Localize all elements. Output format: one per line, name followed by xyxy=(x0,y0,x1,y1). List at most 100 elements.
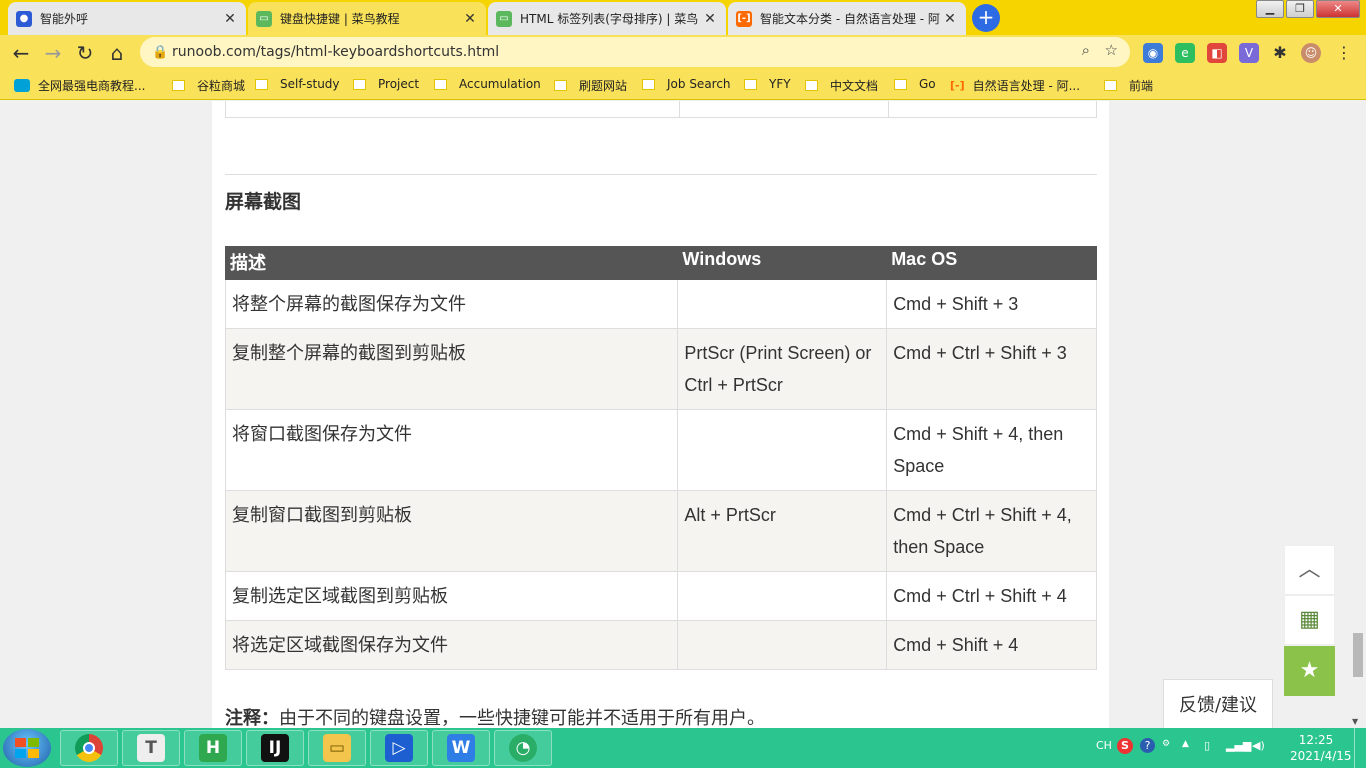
cell-mac: Cmd + Shift + 4 xyxy=(886,620,1097,670)
system-clock[interactable]: 12:25 2021/4/15 xyxy=(1290,732,1352,764)
table-row: 复制整个屏幕的截图到剪贴板 PrtScr (Print Screen) or C… xyxy=(224,328,1097,410)
scroll-down-arrow-icon[interactable]: ▼ xyxy=(1352,717,1358,726)
input-language-indicator[interactable]: CH xyxy=(1096,739,1112,752)
profile-avatar[interactable]: ☺ xyxy=(1301,43,1321,63)
help-icon[interactable]: ? xyxy=(1140,738,1155,753)
bookmark-folder[interactable]: 谷粒商城 xyxy=(172,77,245,94)
cell-mac: Cmd + Ctrl + Shift + 3 xyxy=(886,328,1097,410)
bookmark-star-icon[interactable]: ☆ xyxy=(1105,41,1118,59)
folder-icon xyxy=(353,78,366,90)
tab-title: 键盘快捷键 | 菜鸟教程 xyxy=(280,12,400,26)
close-icon[interactable]: ✕ xyxy=(942,11,958,27)
taskbar-wps[interactable]: W xyxy=(432,730,490,766)
tab-html-tags[interactable]: ▭ HTML 标签列表(字母排序) | 菜鸟 ✕ xyxy=(488,2,726,35)
show-hidden-icons-icon[interactable]: ▲ xyxy=(1182,739,1189,749)
back-to-top-button[interactable]: ︿ xyxy=(1284,545,1335,595)
bookmark-item[interactable]: 全网最强电商教程... xyxy=(14,77,145,94)
window-close-icon[interactable]: ✕ xyxy=(1316,0,1360,18)
close-icon[interactable]: ✕ xyxy=(702,11,718,27)
bookmark-folder[interactable]: Self-study xyxy=(255,77,340,91)
extensions-icon[interactable]: ✱ xyxy=(1270,43,1290,63)
table-row: 将整个屏幕的截图保存为文件 Cmd + Shift + 3 xyxy=(224,279,1097,329)
bookmark-folder[interactable]: 刷题网站 xyxy=(554,77,627,94)
extension-puzzle-color-icon[interactable]: ◧ xyxy=(1207,43,1227,63)
start-button[interactable] xyxy=(3,729,51,767)
cell-mac: Cmd + Ctrl + Shift + 4, then Space xyxy=(886,490,1097,572)
folder-icon xyxy=(172,80,185,91)
cell-divider xyxy=(679,101,680,117)
cell-divider xyxy=(888,101,889,117)
taskbar-wechat[interactable]: ◔ xyxy=(494,730,552,766)
bookmark-folder[interactable]: YFY xyxy=(744,77,791,91)
folder-icon xyxy=(1104,80,1117,91)
scrollbar-thumb[interactable] xyxy=(1353,633,1363,677)
minimize-icon[interactable]: ▁ xyxy=(1256,0,1284,18)
bookmark-folder[interactable]: Go xyxy=(894,77,936,91)
bookmark-folder[interactable]: Project xyxy=(353,77,419,91)
tab-keyboard-shortcuts[interactable]: ▭ 键盘快捷键 | 菜鸟教程 ✕ xyxy=(248,2,486,35)
show-desktop-button[interactable] xyxy=(1354,728,1366,768)
clock-time: 12:25 xyxy=(1298,733,1334,747)
favorite-button[interactable]: ★ xyxy=(1284,646,1335,696)
reload-icon[interactable]: ↻ xyxy=(72,40,98,66)
close-icon[interactable]: ✕ xyxy=(222,11,238,27)
bookmark-folder[interactable]: Job Search xyxy=(642,77,731,91)
volume-icon[interactable]: ◀) xyxy=(1252,739,1265,752)
bilibili-player-icon: ▷ xyxy=(385,734,413,762)
new-tab-button[interactable]: + xyxy=(972,4,1000,32)
close-icon[interactable]: ✕ xyxy=(462,11,478,27)
zoom-icon[interactable]: ⌕ xyxy=(1082,41,1090,59)
taskbar-explorer[interactable]: ▭ xyxy=(308,730,366,766)
forward-icon[interactable]: → xyxy=(40,40,66,66)
table-row: 将窗口截图保存为文件 Cmd + Shift + 4, then Space xyxy=(224,409,1097,491)
bookmark-label: 中文文档 xyxy=(830,79,879,93)
table-row: 将选定区域截图保存为文件 Cmd + Shift + 4 xyxy=(224,620,1097,670)
back-icon[interactable]: ← xyxy=(8,40,34,66)
lock-icon: 🔒 xyxy=(152,44,169,60)
folder-icon xyxy=(894,78,907,90)
note-paragraph: 注释：由于不同的键盘设置，一些快捷键可能并不适用于所有用户。 xyxy=(225,704,765,728)
taskbar-hbuilder[interactable]: H xyxy=(184,730,242,766)
chevron-up-icon: ︿ xyxy=(1298,557,1321,582)
cell-windows: Alt + PrtScr xyxy=(677,490,888,572)
usb-device-icon[interactable]: ▯ xyxy=(1204,739,1210,752)
qrcode-button[interactable]: ▦ xyxy=(1284,595,1335,645)
feedback-button[interactable]: 反馈/建议 xyxy=(1163,679,1273,728)
extension-owl-icon[interactable]: ◉ xyxy=(1143,43,1163,63)
network-signal-icon[interactable]: ▂▄▆ xyxy=(1226,739,1251,752)
bookmark-folder[interactable]: 前端 xyxy=(1104,77,1153,94)
menu-kebab-icon[interactable]: ⋮ xyxy=(1334,43,1354,63)
cell-description: 复制窗口截图到剪贴板 xyxy=(224,490,679,572)
taskbar-intellij[interactable]: IJ xyxy=(246,730,304,766)
sogou-input-icon[interactable]: S xyxy=(1117,738,1133,754)
bookmark-folder[interactable]: Accumulation xyxy=(434,77,541,91)
bookmark-item[interactable]: [-] 自然语言处理 - 阿... xyxy=(950,77,1080,94)
folder-icon xyxy=(434,78,447,90)
page-scrollbar[interactable]: ▼ xyxy=(1349,101,1366,728)
cell-description: 复制选定区域截图到剪贴板 xyxy=(224,571,679,621)
tab-text-classification[interactable]: [-] 智能文本分类 - 自然语言处理 - 阿 ✕ xyxy=(728,2,966,35)
maximize-icon[interactable]: ❐ xyxy=(1286,0,1314,18)
intellij-icon: IJ xyxy=(261,734,289,762)
tray-tools-icon[interactable]: ⚙ xyxy=(1162,739,1170,749)
home-icon[interactable]: ⌂ xyxy=(104,40,130,66)
taskbar-chrome[interactable] xyxy=(60,730,118,766)
note-label: 注释： xyxy=(225,708,279,728)
evernote-icon[interactable]: e xyxy=(1175,43,1195,63)
bookmark-label: 前端 xyxy=(1129,79,1154,93)
chrome-icon xyxy=(75,734,103,762)
taskbar-typora[interactable]: T xyxy=(122,730,180,766)
article-content: 屏幕截图 描述 Windows Mac OS 将整个屏幕的截图保存为文件 Cmd… xyxy=(212,101,1109,728)
bookmark-label: Self-study xyxy=(280,77,340,91)
tab-zhineng-waihu[interactable]: ● 智能外呼 ✕ xyxy=(8,2,246,35)
window-controls: ▁ ❐ ✕ xyxy=(1254,0,1360,18)
address-bar[interactable]: 🔒 runoob.com/tags/html-keyboardshortcuts… xyxy=(140,37,1130,67)
taskbar-bilibili-player[interactable]: ▷ xyxy=(370,730,428,766)
vue-devtools-icon[interactable]: V xyxy=(1239,43,1259,63)
cell-mac: Cmd + Shift + 4, then Space xyxy=(886,409,1097,491)
bookmark-folder[interactable]: 中文文档 xyxy=(805,77,878,94)
note-text: 由于不同的键盘设置，一些快捷键可能并不适用于所有用户。 xyxy=(279,708,765,728)
windows-logo-icon xyxy=(15,738,39,758)
cell-windows xyxy=(677,571,888,621)
bookmark-label: Project xyxy=(378,77,420,91)
